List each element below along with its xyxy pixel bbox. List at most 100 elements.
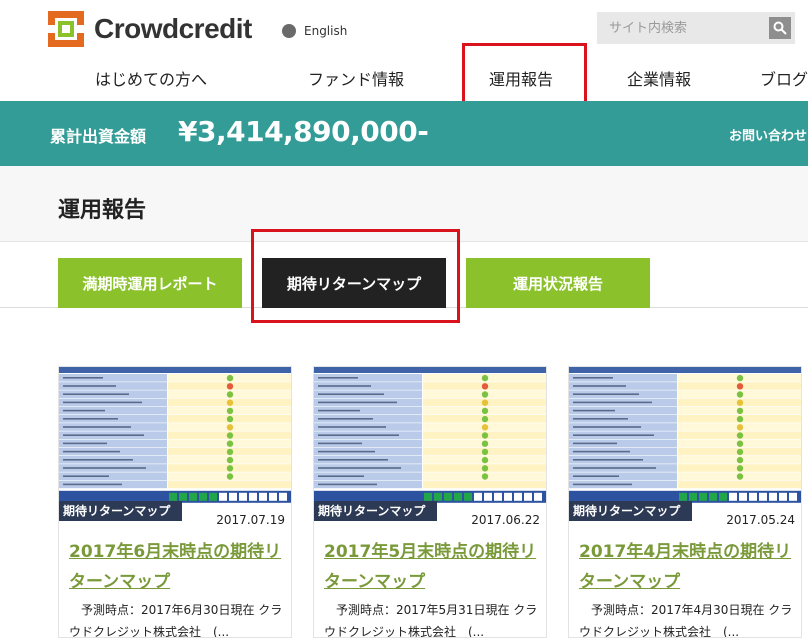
contact-link[interactable]: お問い合わせ <box>729 125 807 144</box>
thumb-label-text <box>318 385 371 387</box>
thumb-status-mark <box>736 374 744 382</box>
thumb-status-mark <box>736 473 744 480</box>
thumb-header <box>314 367 546 373</box>
thumb-label-text <box>63 442 107 445</box>
thumb-status-mark <box>226 415 234 423</box>
nav-item-beginners[interactable]: はじめての方へ <box>95 66 207 90</box>
thumb-value-cell <box>423 480 546 489</box>
search-button[interactable] <box>769 17 791 39</box>
thumb-status-mark <box>226 391 234 398</box>
thumb-bottom-cell <box>169 492 177 501</box>
thumb-label-text <box>573 450 630 453</box>
thumb-label-text <box>63 377 103 379</box>
thumb-label-text <box>63 393 129 395</box>
thumb-status-mark <box>226 473 234 480</box>
tab-operation-status[interactable]: 運用状況報告 <box>466 258 650 308</box>
thumb-label-text <box>573 385 626 387</box>
thumb-status-mark <box>481 415 489 423</box>
card-title-link[interactable]: 2017年5月末時点の期待リターンマップ <box>324 537 540 597</box>
report-card[interactable]: 期待リターンマップ 2017.05.24 2017年4月末時点の期待リターンマッ… <box>568 366 802 638</box>
thumb-bottom-cell <box>679 492 687 501</box>
return-map-preview-graphic <box>59 367 291 503</box>
thumb-bottom-cell <box>759 492 767 501</box>
thumb-label-text <box>63 434 144 436</box>
return-map-preview-graphic <box>314 367 546 503</box>
thumb-label-text <box>63 418 118 420</box>
thumb-status-mark <box>481 432 489 439</box>
thumb-bottom-cell <box>474 492 482 501</box>
globe-icon <box>282 24 296 38</box>
thumb-label-text <box>573 401 652 404</box>
card-title-link[interactable]: 2017年6月末時点の期待リターンマップ <box>69 537 285 597</box>
thumb-status-mark <box>736 391 744 398</box>
thumb-bottom-cell <box>689 492 697 501</box>
nav-item-blog[interactable]: ブログ <box>760 66 808 90</box>
thumb-bottom-cell <box>189 492 197 501</box>
thumb-label-text <box>318 377 358 379</box>
nav-item-company[interactable]: 企業情報 <box>627 66 691 90</box>
thumb-status-mark <box>481 465 489 472</box>
highlight-tab-expected-return-map <box>251 229 460 323</box>
thumb-status-mark <box>226 465 234 472</box>
total-investment-label: 累計出資金額 <box>50 127 147 146</box>
thumb-label-text <box>573 459 643 461</box>
thumb-status-mark <box>481 391 489 398</box>
thumb-label-text <box>573 434 654 436</box>
category-badge: 期待リターンマップ <box>59 501 183 521</box>
thumb-status-mark <box>226 407 234 415</box>
crowdcredit-logo-icon <box>48 11 84 47</box>
thumb-bottom-cell <box>779 492 787 501</box>
thumb-label-text <box>573 377 613 379</box>
thumb-value-cell <box>678 480 801 489</box>
thumb-status-mark <box>481 424 489 431</box>
total-investment-value: ¥3,414,890,000- <box>178 115 429 148</box>
category-badge: 期待リターンマップ <box>314 501 438 521</box>
return-map-thumbnail[interactable] <box>569 367 801 505</box>
thumb-label-text <box>318 418 373 420</box>
thumb-bottom-cell <box>269 492 277 501</box>
thumb-label-text <box>318 442 362 445</box>
thumb-bottom-cell <box>699 492 707 501</box>
thumb-bottom-cell <box>279 492 287 501</box>
thumb-label-text <box>573 467 656 469</box>
thumb-label-text <box>63 483 122 486</box>
thumb-label-text <box>318 426 386 428</box>
search-input[interactable] <box>597 12 757 44</box>
report-card[interactable]: 期待リターンマップ 2017.07.19 2017年6月末時点の期待リターンマッ… <box>58 366 292 638</box>
thumb-header <box>59 367 291 373</box>
thumb-bottom-cell <box>444 492 452 501</box>
thumb-label-text <box>573 483 632 486</box>
thumb-bottom-cell <box>494 492 502 501</box>
thumb-status-mark <box>226 374 234 382</box>
thumb-bottom-cell <box>514 492 522 501</box>
thumb-bottom-cell <box>249 492 257 501</box>
post-date: 2017.07.19 <box>216 513 285 527</box>
nav-item-funds[interactable]: ファンド情報 <box>308 66 404 90</box>
thumb-status-mark <box>481 440 489 447</box>
thumb-bottom-cell <box>209 492 217 501</box>
report-card[interactable]: 期待リターンマップ 2017.06.22 2017年5月末時点の期待リターンマッ… <box>313 366 547 638</box>
site-search <box>597 12 795 44</box>
thumb-bottom-cell <box>434 492 442 501</box>
thumb-status-mark <box>226 456 234 464</box>
thumb-status-mark <box>736 448 744 456</box>
thumb-label-text <box>63 426 131 428</box>
thumb-status-mark <box>736 456 744 464</box>
thumb-bottom-cell <box>719 492 727 501</box>
thumb-bottom-cell <box>739 492 747 501</box>
thumb-bottom-cell <box>484 492 492 501</box>
thumb-status-mark <box>226 432 234 439</box>
return-map-thumbnail[interactable] <box>59 367 291 505</box>
thumb-label-text <box>318 459 388 461</box>
language-switch[interactable]: English <box>282 24 347 38</box>
card-title-link[interactable]: 2017年4月末時点の期待リターンマップ <box>579 537 795 597</box>
thumb-bottom-cell <box>219 492 227 501</box>
tab-maturity-report[interactable]: 満期時運用レポート <box>58 258 242 308</box>
post-date: 2017.06.22 <box>471 513 540 527</box>
logo[interactable]: Crowdcredit <box>48 9 252 49</box>
thumb-label-text <box>318 409 360 412</box>
page-title: 運用報告 <box>58 198 147 223</box>
thumb-status-mark <box>736 399 744 406</box>
thumb-bottom-cell <box>424 492 432 501</box>
return-map-thumbnail[interactable] <box>314 367 546 505</box>
